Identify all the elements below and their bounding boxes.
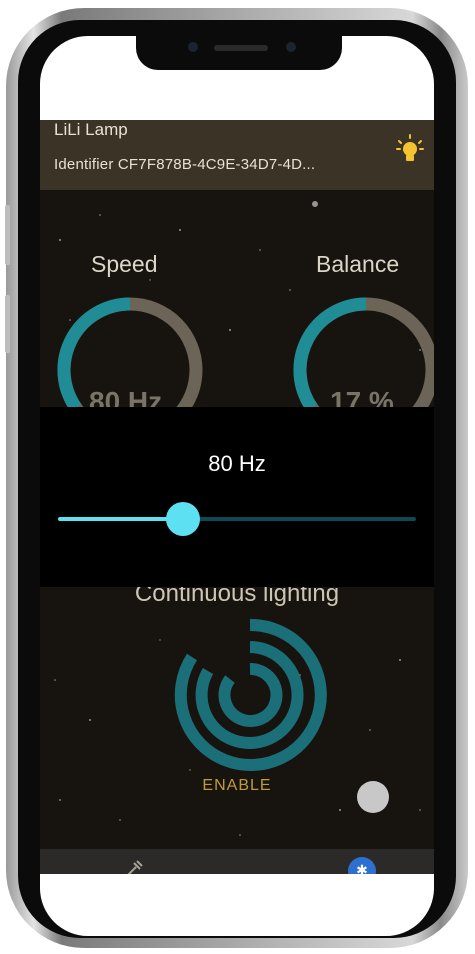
slider-value: 80 Hz <box>208 451 266 476</box>
phone-screen: LiLi Lamp Identifier CF7F878B-4C9E-34D7-… <box>40 36 434 936</box>
tab-bar: ✱ <box>40 849 434 874</box>
slider-thumb[interactable] <box>166 502 201 536</box>
speed-label: Speed <box>91 251 158 277</box>
floating-action-button[interactable] <box>357 781 389 813</box>
camera-icon <box>188 42 198 52</box>
slider-overlay: 80 Hz <box>40 407 434 587</box>
slider-track-remaining <box>183 517 416 521</box>
device-name: LiLi Lamp <box>54 120 128 139</box>
volume-button <box>5 295 10 353</box>
notch <box>136 36 342 70</box>
lightbulb-icon[interactable] <box>396 134 424 164</box>
device-header[interactable]: LiLi Lamp Identifier CF7F878B-4C9E-34D7-… <box>40 120 434 190</box>
balance-label: Balance <box>316 251 400 277</box>
app-view: LiLi Lamp Identifier CF7F878B-4C9E-34D7-… <box>40 120 434 874</box>
bluetooth-icon[interactable]: ✱ <box>348 857 376 874</box>
device-identifier: Identifier CF7F878B-4C9E-34D7-4D... <box>54 156 316 173</box>
concentric-rings-icon[interactable] <box>170 615 330 775</box>
wrench-icon[interactable] <box>122 857 146 874</box>
silent-switch <box>5 205 10 265</box>
sensor-icon <box>286 42 296 52</box>
slider-track-filled <box>58 517 184 521</box>
speaker-grille <box>214 45 268 51</box>
